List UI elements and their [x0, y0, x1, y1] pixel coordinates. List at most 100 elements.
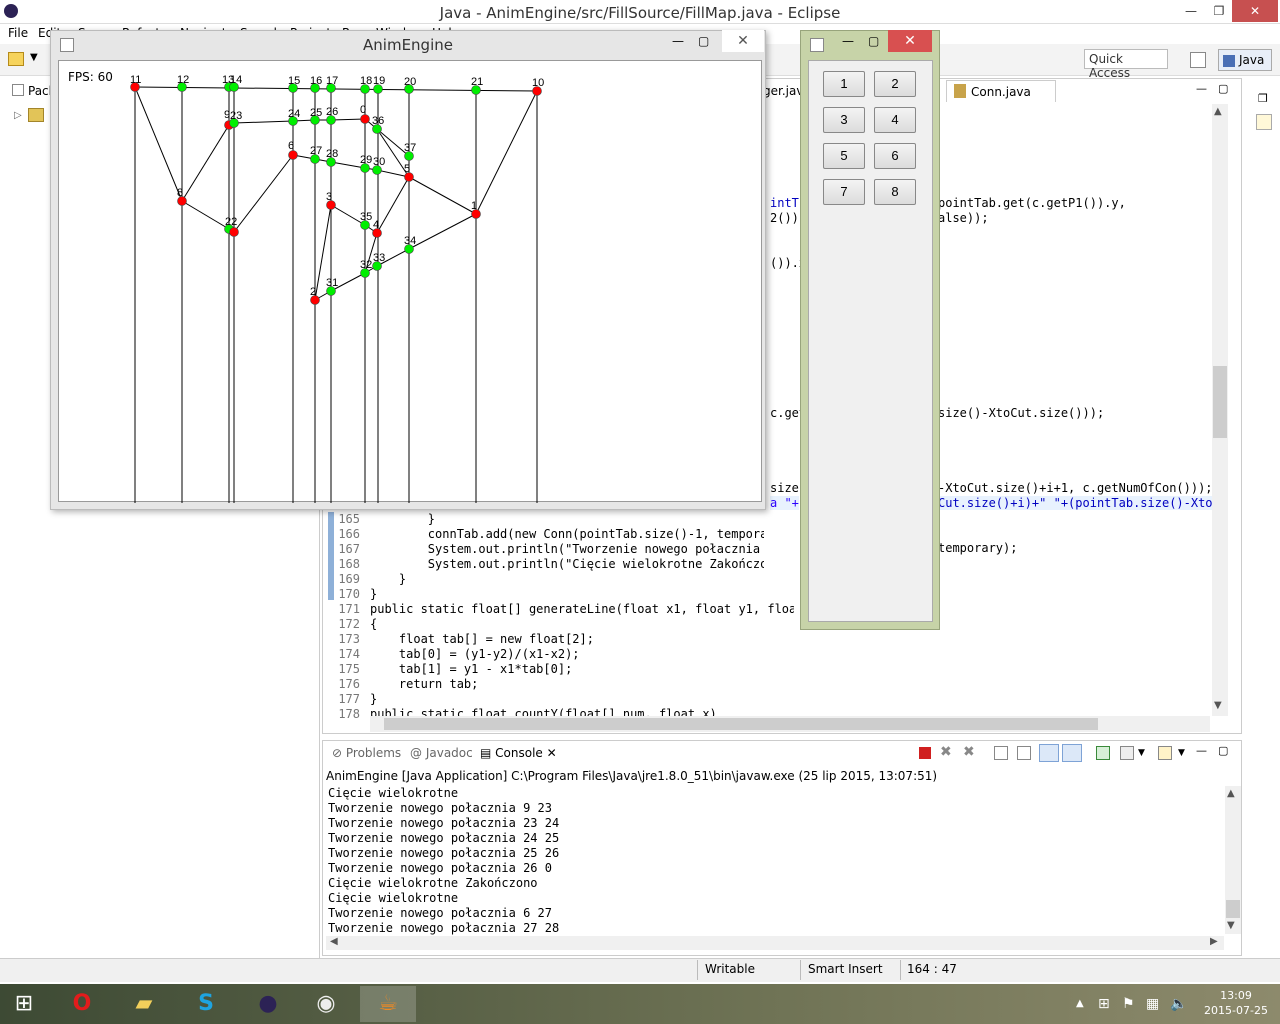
button-1[interactable]: 1 [823, 71, 865, 97]
code-text: } [370, 692, 378, 706]
scroll-left-icon[interactable]: ◀ [330, 936, 338, 947]
console-vertical-scroll-thumb[interactable] [1226, 900, 1240, 918]
system-clock[interactable]: 13:09 2015-07-25 [1196, 988, 1276, 1018]
point-label: 18 [360, 75, 372, 87]
tab-console[interactable]: ▤ Console ✕ [480, 746, 557, 760]
editor-maximize-button[interactable]: ▢ [1218, 82, 1228, 95]
menu-file[interactable]: File [8, 26, 28, 40]
close-button[interactable]: ✕ [1232, 0, 1278, 22]
point-label: 22 [225, 216, 237, 228]
point-label: 27 [310, 145, 322, 157]
btnwin-minimize-button[interactable]: — [842, 34, 854, 48]
console-maximize-button[interactable]: ▢ [1218, 744, 1228, 757]
project-folder-icon[interactable] [28, 108, 44, 122]
scroll-down-icon[interactable]: ▼ [1214, 700, 1222, 711]
console-horizontal-scrollbar[interactable] [326, 936, 1224, 950]
point-label: 33 [373, 252, 385, 264]
editor-horizontal-scroll-thumb[interactable] [384, 718, 1098, 730]
console-description: AnimEngine [Java Application] C:\Program… [326, 769, 938, 783]
btnwin-close-button[interactable]: ✕ [888, 30, 932, 52]
minimize-button[interactable]: — [1176, 0, 1206, 22]
tab-problems[interactable]: ⊘ Problems [332, 746, 401, 760]
console-line: Cięcie wielokrotne [328, 891, 459, 905]
tree-expand-icon[interactable]: ▷ [14, 110, 22, 121]
javadoc-icon: @ [410, 746, 426, 760]
windows-flag-icon[interactable]: ⊞ [1098, 996, 1110, 1012]
dropdown-arrow-icon[interactable]: ▼ [30, 52, 38, 63]
restore-icon[interactable]: ❐ [1258, 92, 1268, 105]
steam-icon[interactable]: ◉ [298, 986, 354, 1022]
volume-icon[interactable]: 🔈 [1170, 996, 1187, 1012]
editor-vertical-scroll-thumb[interactable] [1213, 366, 1227, 438]
dropdown-arrow-icon[interactable]: ▼ [1138, 748, 1145, 758]
console-line: Tworzenie nowego połacznia 23 24 [328, 816, 560, 830]
button-6[interactable]: 6 [874, 143, 916, 169]
editor-minimize-button[interactable]: — [1196, 82, 1207, 95]
network-icon[interactable]: ▦ [1146, 996, 1159, 1012]
quick-access-input[interactable]: Quick Access [1084, 49, 1168, 80]
button-4[interactable]: 4 [874, 107, 916, 133]
polygon-edge [475, 90, 538, 215]
pin-console-icon[interactable] [1096, 746, 1110, 760]
file-explorer-icon[interactable]: ▰ [116, 986, 172, 1022]
open-perspective-icon[interactable] [1190, 52, 1206, 68]
dropdown-arrow-icon[interactable]: ▼ [1178, 748, 1185, 758]
scroll-down-icon[interactable]: ▼ [1227, 920, 1235, 931]
display-console-icon[interactable] [1120, 746, 1134, 760]
button-7[interactable]: 7 [823, 179, 865, 205]
start-button[interactable]: ⊞ [0, 986, 48, 1022]
scroll-lock-icon[interactable] [1017, 746, 1031, 760]
polygon-edge [408, 176, 477, 215]
anim-maximize-button[interactable]: ▢ [698, 34, 709, 48]
problems-icon: ⊘ [332, 746, 346, 760]
java-perspective-button[interactable]: Java [1218, 49, 1272, 71]
line-number: 169 [338, 572, 360, 586]
java-taskbar-icon[interactable]: ☕ [360, 986, 416, 1022]
line-number: 170 [338, 587, 360, 601]
java-perspective-label: Java [1239, 53, 1265, 67]
outline-icon[interactable] [1256, 114, 1272, 130]
scroll-up-icon[interactable]: ▲ [1227, 788, 1235, 799]
point-label: 26 [326, 106, 338, 118]
close-tab-icon[interactable]: ✕ [543, 746, 557, 760]
button-3[interactable]: 3 [823, 107, 865, 133]
btnwin-maximize-button[interactable]: ▢ [868, 34, 879, 48]
eclipse-taskbar-icon[interactable]: ● [240, 986, 296, 1022]
code-line: 171 public static float[] generateLine(fl… [334, 602, 794, 617]
point-label: 2 [310, 286, 316, 298]
button-2[interactable]: 2 [874, 71, 916, 97]
clear-console-icon[interactable] [994, 746, 1008, 760]
anim-minimize-button[interactable]: — [672, 34, 684, 48]
opera-icon[interactable]: O [54, 986, 110, 1022]
line-number: 176 [338, 677, 360, 691]
polygon-edge [408, 213, 477, 250]
animation-canvas[interactable]: 11 12 13 14 15 16 17 18 19 20 21 10 9 23 24 25 26 0 36 6 27 2… [58, 60, 762, 503]
line-number: 168 [338, 557, 360, 571]
console-line: Tworzenie nowego połacznia 9 23 [328, 801, 552, 815]
button-5[interactable]: 5 [823, 143, 865, 169]
remove-all-icon[interactable]: ✖ [963, 744, 975, 760]
show-stderr-icon[interactable] [1062, 744, 1082, 762]
new-file-icon[interactable] [8, 52, 24, 66]
point-label: 31 [326, 277, 338, 289]
polygon-edge [233, 154, 294, 233]
console-minimize-button[interactable]: — [1196, 744, 1207, 757]
tab-javadoc[interactable]: @ Javadoc [410, 746, 473, 760]
line-number: 167 [338, 542, 360, 556]
show-stdout-icon[interactable] [1039, 744, 1059, 762]
anim-close-button[interactable]: ✕ [722, 30, 764, 52]
action-center-icon[interactable]: ⚑ [1122, 996, 1135, 1012]
open-console-icon[interactable] [1158, 746, 1172, 760]
scroll-up-icon[interactable]: ▲ [1214, 106, 1222, 117]
maximize-button[interactable]: ❐ [1204, 0, 1234, 22]
show-hidden-icons[interactable]: ▲ [1076, 998, 1084, 1009]
scroll-right-icon[interactable]: ▶ [1210, 936, 1218, 947]
terminate-icon[interactable] [919, 747, 931, 759]
point-label: 32 [360, 259, 372, 271]
point-label: 28 [326, 148, 338, 160]
remove-launch-icon[interactable]: ✖ [940, 744, 952, 760]
skype-icon[interactable]: S [178, 986, 234, 1022]
code-fragment: a "+ [770, 496, 799, 510]
code-fragment: Cut.size()+i)+" "+(pointTab.size()-XtoC [938, 496, 1220, 510]
button-8[interactable]: 8 [874, 179, 916, 205]
